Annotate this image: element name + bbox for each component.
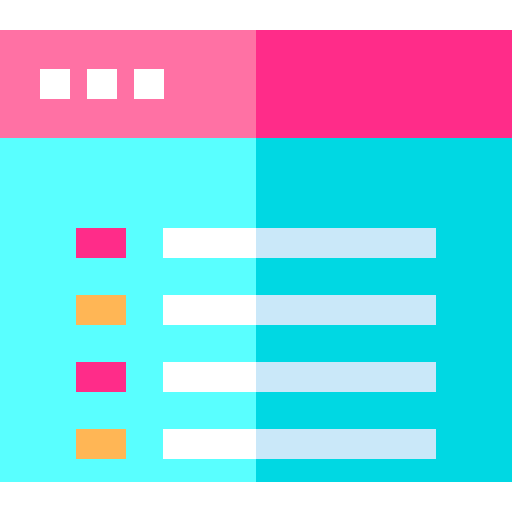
list-text-placeholder [163, 228, 436, 258]
list-item [0, 295, 512, 325]
list-bullet-icon [76, 429, 126, 459]
window-controls [40, 69, 164, 99]
window-control-dot-icon [40, 69, 70, 99]
window-control-dot-icon [87, 69, 117, 99]
list-item [0, 362, 512, 392]
list-bullet-icon [76, 295, 126, 325]
list-bullet-icon [76, 362, 126, 392]
window-titlebar [0, 30, 512, 138]
list-bullet-icon [76, 228, 126, 258]
list [0, 138, 512, 482]
list-text-placeholder [163, 295, 436, 325]
list-window-illustration [0, 0, 512, 512]
list-item [0, 228, 512, 258]
window-content [0, 138, 512, 482]
list-item [0, 429, 512, 459]
titlebar-right-half [256, 30, 512, 138]
list-text-placeholder [163, 429, 436, 459]
list-text-placeholder [163, 362, 436, 392]
browser-window [0, 30, 512, 482]
window-control-dot-icon [134, 69, 164, 99]
